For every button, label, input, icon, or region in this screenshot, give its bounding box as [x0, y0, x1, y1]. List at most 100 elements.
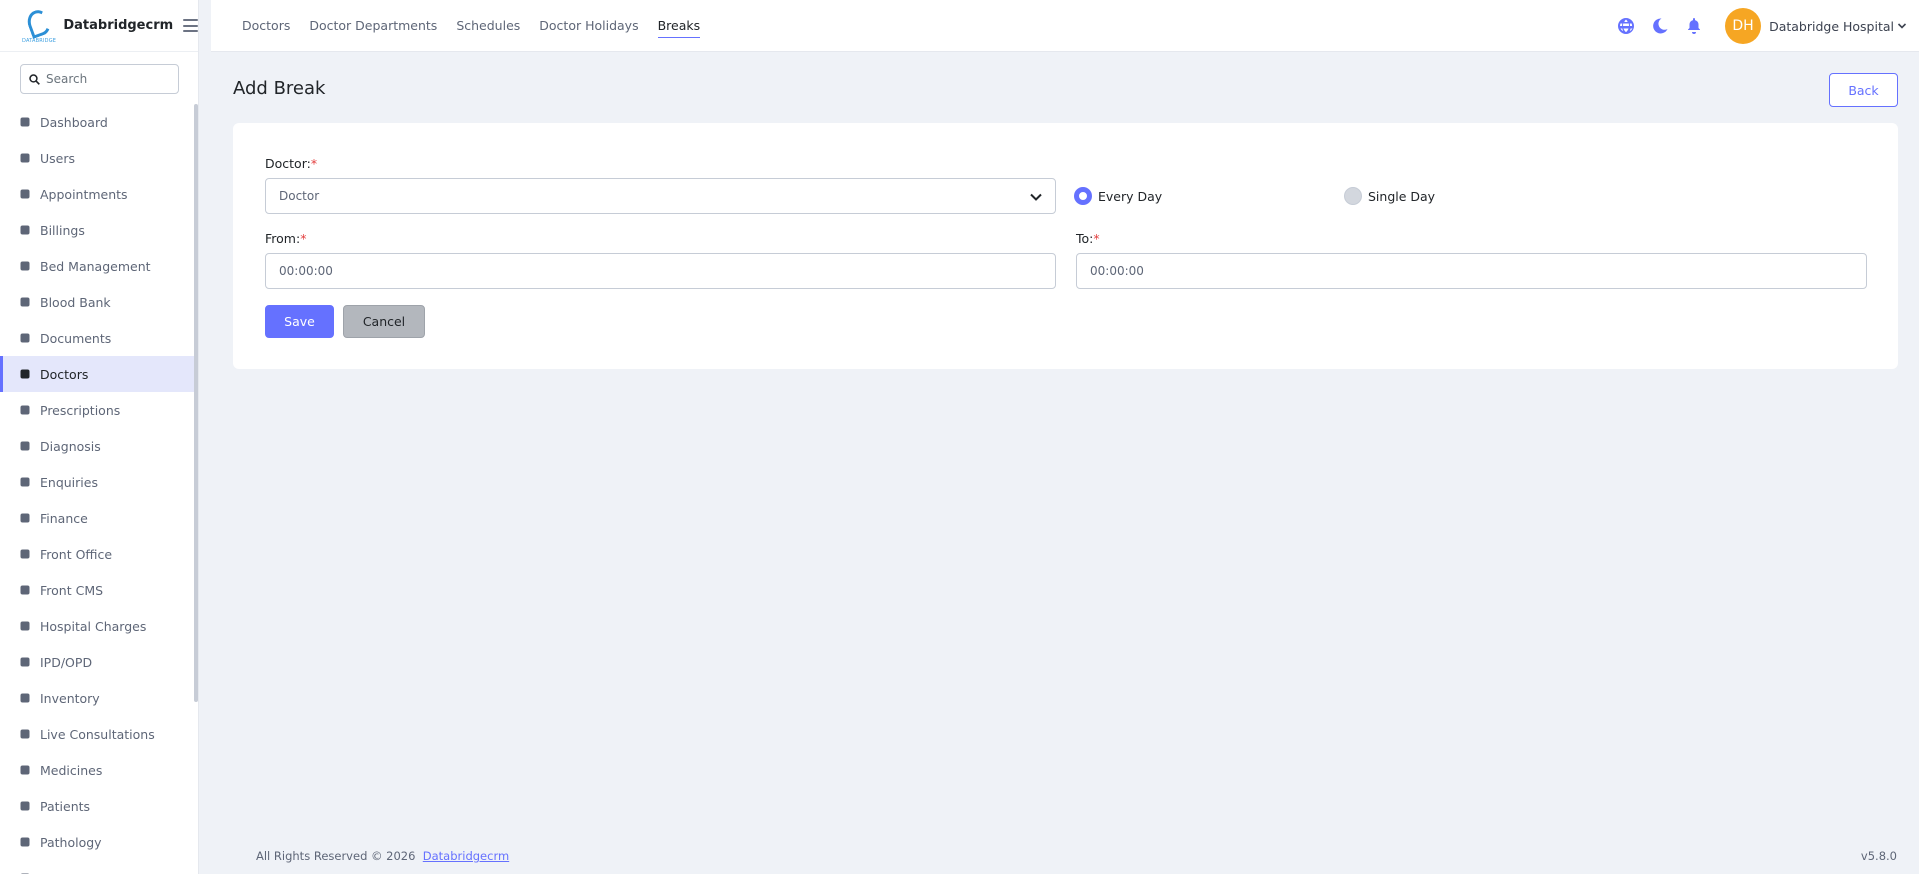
footer-link[interactable]: Databridgecrm: [423, 849, 509, 863]
sidebar-item-front-cms[interactable]: Front CMS: [0, 572, 198, 608]
sidebar-item-reports[interactable]: Reports: [0, 860, 198, 874]
chevron-down-icon[interactable]: [1897, 21, 1907, 31]
brand-logo[interactable]: DATABRIDGE: [22, 6, 57, 44]
menu-toggle-icon[interactable]: [183, 19, 198, 32]
cancel-button[interactable]: Cancel: [343, 305, 425, 338]
capsules-icon: [19, 764, 31, 776]
sidebar-item-blood-bank[interactable]: Blood Bank: [0, 284, 198, 320]
sidebar-item-medicines[interactable]: Medicines: [0, 752, 198, 788]
sidebar-item-diagnosis[interactable]: Diagnosis: [0, 428, 198, 464]
search-input[interactable]: [46, 72, 166, 86]
sidebar-item-front-office[interactable]: Front Office: [0, 536, 198, 572]
chart-pie-icon: [19, 116, 31, 128]
tab-schedules[interactable]: Schedules: [456, 0, 520, 52]
sidebar-item-label: Appointments: [40, 186, 128, 202]
doctor-tabs: Doctors Doctor Departments Schedules Doctor…: [242, 0, 719, 52]
procedures-icon: [19, 656, 31, 668]
logo-text: DATABRIDGE: [22, 37, 57, 44]
sidebar-item-ipd-opd[interactable]: IPD/OPD: [0, 644, 198, 680]
sidebar-scrollbar[interactable]: [194, 104, 198, 702]
sidebar-item-appointments[interactable]: Appointments: [0, 176, 198, 212]
globe-icon[interactable]: [1618, 18, 1635, 34]
sidebar-item-prescriptions[interactable]: Prescriptions: [0, 392, 198, 428]
radio-every-day-indicator[interactable]: [1074, 187, 1092, 205]
doctor-label: Doctor:*: [265, 156, 318, 171]
user-doctor-icon: [19, 368, 31, 380]
sidebar-item-enquiries[interactable]: Enquiries: [0, 464, 198, 500]
file-icon: [19, 332, 31, 344]
sidebar-item-label: Medicines: [40, 762, 103, 778]
sidebar-item-patients[interactable]: Patients: [0, 788, 198, 824]
from-time-field[interactable]: [265, 253, 1056, 289]
radio-single-day-indicator[interactable]: [1344, 187, 1362, 205]
video-icon: [19, 728, 31, 740]
to-label: To:*: [1076, 231, 1100, 246]
user-name[interactable]: Databridge Hospital: [1769, 19, 1894, 34]
cog-icon: [19, 584, 31, 596]
search-icon: [29, 73, 40, 85]
sidebar-item-bed-management[interactable]: Bed Management: [0, 248, 198, 284]
sidebar-item-label: Bed Management: [40, 258, 151, 274]
sidebar-item-finance[interactable]: Finance: [0, 500, 198, 536]
sidebar-item-label: Finance: [40, 510, 88, 526]
flask-icon: [19, 836, 31, 848]
radio-single-day[interactable]: Single Day: [1344, 178, 1435, 214]
save-button[interactable]: Save: [265, 305, 334, 338]
sidebar-nav: Dashboard Users Appointments Billings Bed Ma…: [0, 104, 198, 874]
sidebar-item-label: Live Consultations: [40, 726, 155, 742]
search-box[interactable]: [20, 64, 179, 94]
users-icon: [19, 152, 31, 164]
tint-icon: [19, 296, 31, 308]
sidebar-item-documents[interactable]: Documents: [0, 320, 198, 356]
from-label: From:*: [265, 231, 307, 246]
sidebar-item-label: Billings: [40, 222, 85, 238]
sidebar-item-inventory[interactable]: Inventory: [0, 680, 198, 716]
sidebar-item-doctors[interactable]: Doctors: [0, 356, 198, 392]
sidebar-item-live-consultations[interactable]: Live Consultations: [0, 716, 198, 752]
sidebar-item-label: Dashboard: [40, 114, 108, 130]
page-title: Add Break: [233, 78, 326, 99]
diagnoses-icon: [19, 440, 31, 452]
to-time-field[interactable]: [1076, 253, 1867, 289]
sidebar-item-label: Blood Bank: [40, 294, 111, 310]
calendar-check-icon: [19, 188, 31, 200]
sidebar-item-label: Documents: [40, 330, 112, 346]
sidebar-item-label: Front Office: [40, 546, 113, 562]
tab-breaks[interactable]: Breaks: [657, 0, 700, 52]
topbar: Doctors Doctor Departments Schedules Doctor…: [211, 0, 1919, 52]
footer-text: All Rights Reserved © 2026: [256, 849, 416, 863]
dumpster-icon: [19, 548, 31, 560]
back-button[interactable]: Back: [1829, 73, 1898, 107]
from-time-input[interactable]: [279, 264, 1055, 278]
sidebar-item-label: Hospital Charges: [40, 618, 147, 634]
logo-mark-icon: [24, 6, 54, 39]
sidebar-item-label: Front CMS: [40, 582, 104, 598]
sidebar-item-users[interactable]: Users: [0, 140, 198, 176]
sidebar-item-dashboard[interactable]: Dashboard: [0, 104, 198, 140]
sidebar-item-label: IPD/OPD: [40, 654, 93, 670]
tab-doctor-holidays[interactable]: Doctor Holidays: [539, 0, 638, 52]
sidebar-item-pathology[interactable]: Pathology: [0, 824, 198, 860]
moon-icon[interactable]: [1652, 18, 1668, 34]
bell-icon[interactable]: [1686, 18, 1702, 34]
radio-every-day-label: Every Day: [1098, 188, 1163, 204]
sidebar-item-label: Inventory: [40, 690, 100, 706]
brand-name: Databridgecrm: [63, 18, 174, 33]
avatar[interactable]: DH: [1725, 8, 1762, 44]
to-time-input[interactable]: [1090, 264, 1866, 278]
tab-doctors[interactable]: Doctors: [242, 0, 290, 52]
sidebar-item-label: Enquiries: [40, 474, 98, 490]
sidebar-item-label: Doctors: [40, 366, 89, 382]
question-circle-icon: [19, 476, 31, 488]
sidebar-item-billings[interactable]: Billings: [0, 212, 198, 248]
footer-version: v5.8.0: [1860, 849, 1897, 863]
doctor-select[interactable]: Doctor: [265, 178, 1056, 214]
sidebar-search: [0, 52, 198, 104]
sidebar-item-label: Prescriptions: [40, 402, 121, 418]
file-invoice-icon: [19, 224, 31, 236]
add-break-form: Doctor:* Doctor Every Day Single Day Fro…: [233, 123, 1898, 369]
radio-every-day[interactable]: Every Day: [1074, 178, 1162, 214]
tab-doctor-departments[interactable]: Doctor Departments: [309, 0, 437, 52]
sidebar-item-hospital-charges[interactable]: Hospital Charges: [0, 608, 198, 644]
footer-copyright: All Rights Reserved © 2026 Databridgecrm: [256, 849, 509, 863]
